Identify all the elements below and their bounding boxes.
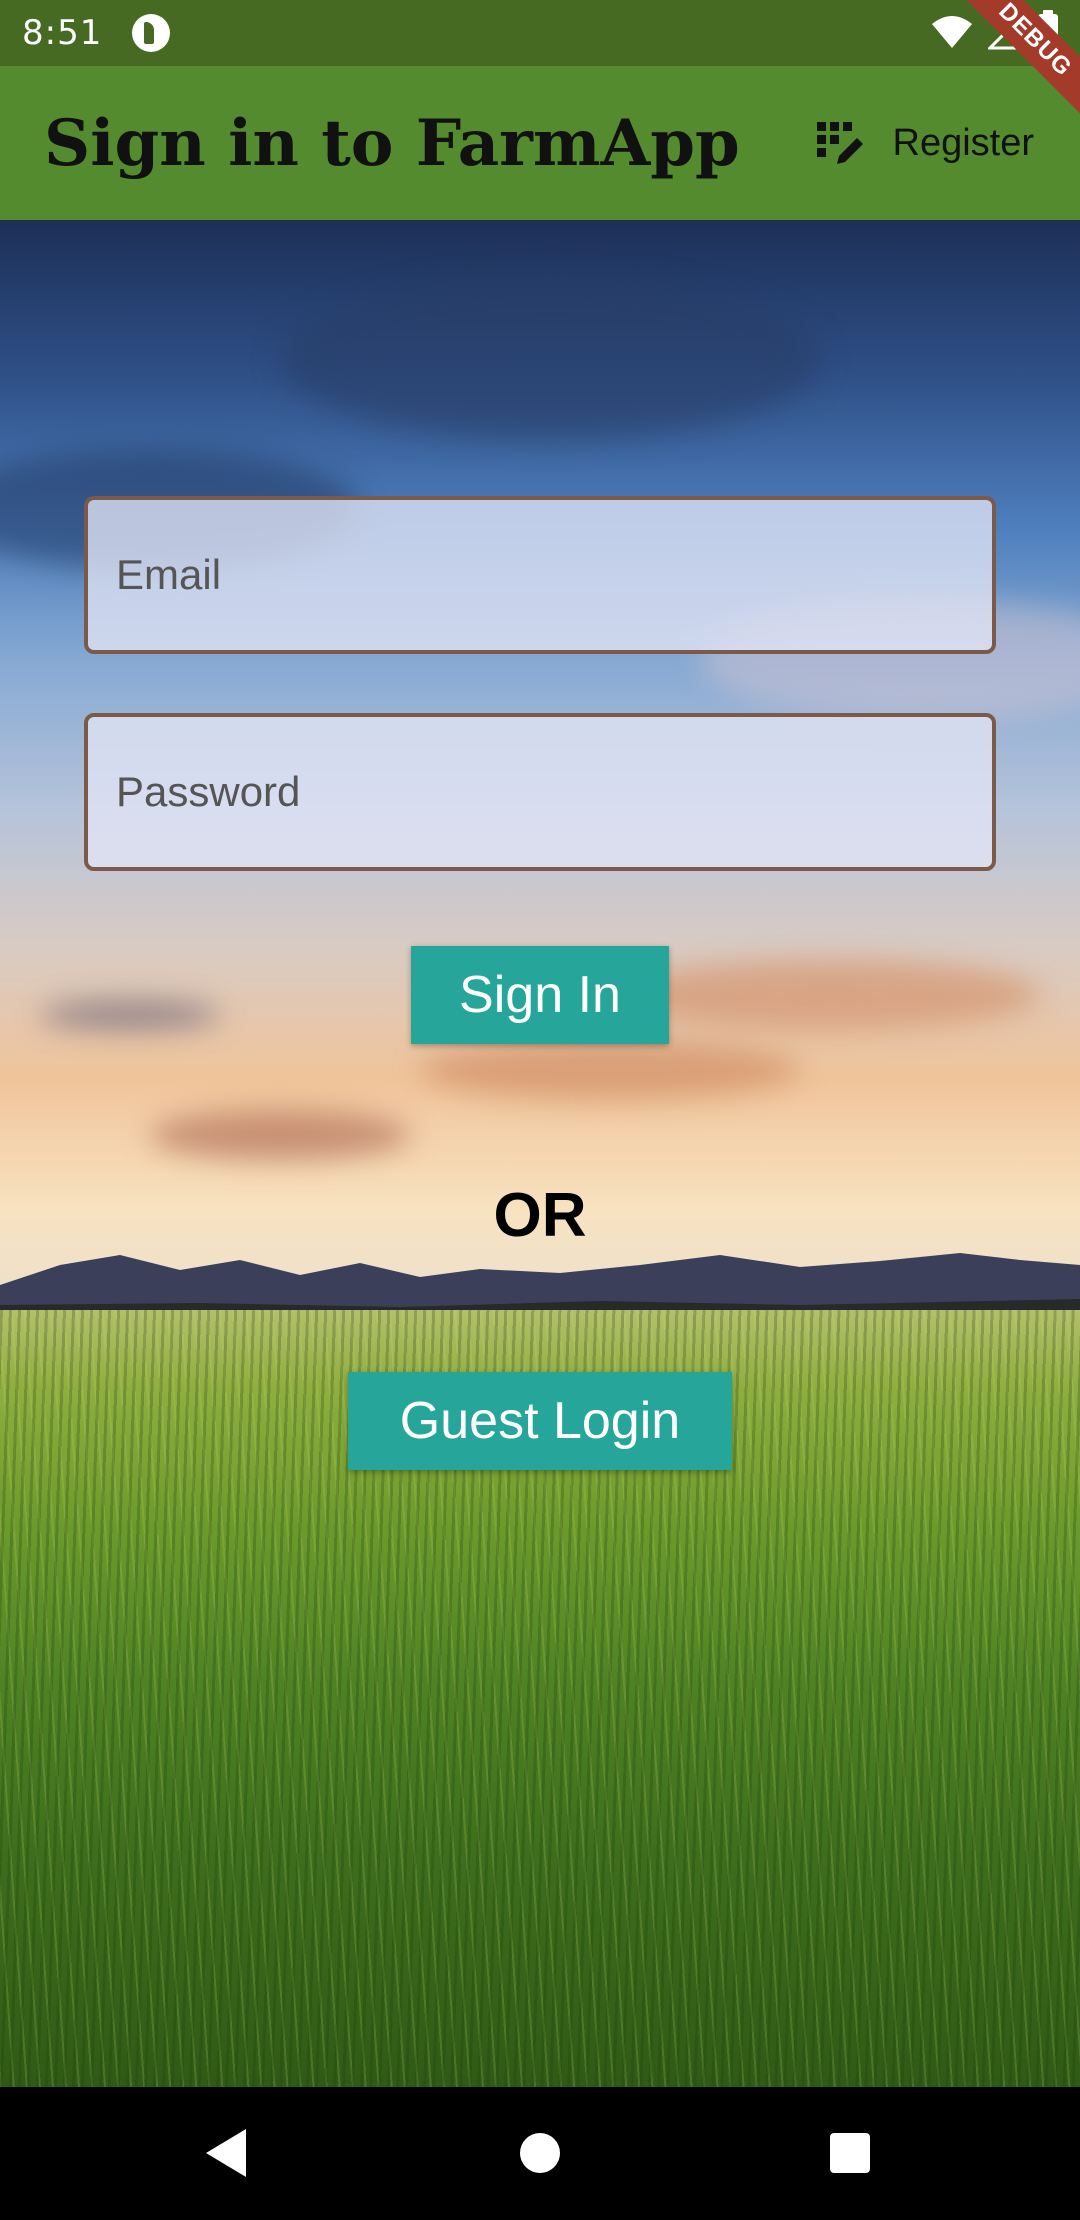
status-time: 8:51 bbox=[22, 13, 103, 53]
system-nav-bar bbox=[0, 2087, 1080, 2220]
app-notification-icon bbox=[132, 14, 171, 52]
email-field[interactable] bbox=[84, 496, 996, 654]
back-icon[interactable] bbox=[206, 2129, 246, 2177]
wifi-icon bbox=[932, 16, 972, 48]
recents-icon[interactable] bbox=[830, 2133, 870, 2173]
password-field[interactable] bbox=[84, 713, 996, 871]
sign-in-button[interactable]: Sign In bbox=[411, 946, 669, 1044]
cloud bbox=[620, 960, 1040, 1030]
app-registration-icon bbox=[816, 122, 863, 164]
status-bar: 8:51 bbox=[0, 0, 1080, 66]
cloud bbox=[150, 1110, 410, 1160]
cloud bbox=[280, 280, 820, 440]
cloud bbox=[40, 1000, 220, 1030]
or-divider-text: OR bbox=[493, 1181, 587, 1250]
cloud bbox=[420, 1040, 800, 1100]
guest-login-button[interactable]: Guest Login bbox=[348, 1372, 732, 1470]
home-icon[interactable] bbox=[520, 2133, 560, 2173]
app-bar: Sign in to FarmApp Register bbox=[0, 66, 1080, 220]
register-button[interactable]: Register bbox=[815, 118, 1035, 168]
page-title: Sign in to FarmApp bbox=[44, 105, 740, 181]
register-label: Register bbox=[892, 121, 1035, 164]
